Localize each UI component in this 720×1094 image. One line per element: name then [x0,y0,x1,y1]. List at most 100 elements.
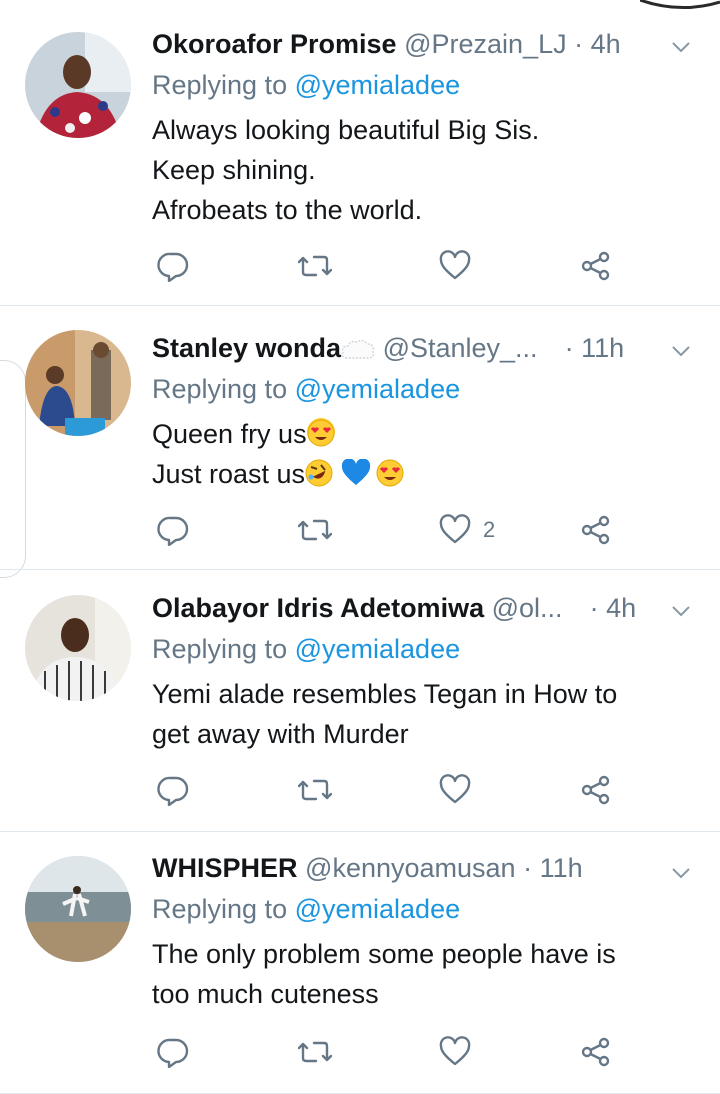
tweet-header: Olabayor Idris Adetomiwa @ol... · 4h [152,592,700,624]
cloud-emoji-icon [341,339,375,359]
reply-icon [157,252,189,282]
text-line: Just roast us [152,454,690,494]
text-segment: Queen fry us [152,419,307,449]
retweet-icon [298,255,332,277]
tweet[interactable]: Olabayor Idris Adetomiwa @ol... · 4h Rep… [0,570,720,832]
reply-icon [157,1038,189,1068]
tweet-text: Queen fry us Just roast us [152,414,690,494]
like-button[interactable] [439,1032,483,1072]
display-name[interactable]: Stanley wonda [152,333,341,363]
mention-link[interactable]: @yemialadee [295,894,461,924]
text-line: Keep shining. [152,155,316,185]
username[interactable]: @Stanley_... [383,333,538,363]
tweet-actions [0,770,720,810]
tweet-actions: 2 [0,510,720,550]
separator: · [523,853,533,883]
display-name[interactable]: Okoroafor Promise [152,29,397,59]
heart-eyes-emoji-icon [376,458,404,487]
like-count: 2 [483,517,496,542]
like-button[interactable]: 2 [439,510,495,550]
replying-to: Replying to @yemialadee [152,69,460,101]
display-name[interactable]: WHISPHER [152,853,298,883]
tweet[interactable]: Okoroafor Promise @Prezain_LJ · 4h Reply… [0,0,720,306]
tweet-header: WHISPHER @kennyoamusan · 11h [152,852,700,884]
replying-label: Replying to [152,70,288,100]
retweet-button[interactable] [298,1032,332,1072]
timestamp[interactable]: 4h [591,29,621,59]
avatar[interactable] [25,330,131,436]
reply-button[interactable] [157,1032,189,1072]
share-button[interactable] [580,1032,612,1072]
replying-label: Replying to [152,894,288,924]
avatar[interactable] [25,595,131,701]
reply-icon [157,776,189,806]
tweet-text: The only problem some people have is too… [152,934,690,1014]
text-line: Always looking beautiful Big Sis. [152,115,540,145]
avatar[interactable] [25,856,131,962]
timestamp[interactable]: 11h [540,853,583,883]
display-name[interactable]: Olabayor Idris Adetomiwa [152,593,484,623]
share-icon [581,1037,610,1067]
mention-link[interactable]: @yemialadee [295,634,461,664]
retweet-button[interactable] [298,770,332,810]
reply-icon [157,516,189,546]
heart-icon [439,1036,471,1066]
reply-button[interactable] [157,246,189,286]
heart-eyes-emoji-icon [306,418,335,447]
text-segment: Just roast us [152,459,306,489]
share-icon [581,515,610,545]
text-line: Queen fry us [152,414,690,454]
blue-heart-emoji-icon [341,458,370,486]
text-line: Yemi alade resembles Tegan in How to [152,679,618,709]
like-button[interactable] [439,246,483,286]
text-line: get away with Murder [152,719,409,749]
retweet-button[interactable] [298,246,332,286]
timestamp[interactable]: 4h [606,593,636,623]
retweet-button[interactable] [298,510,332,550]
share-icon [581,775,610,805]
replying-to: Replying to @yemialadee [152,373,460,405]
retweet-icon [298,519,332,541]
replying-label: Replying to [152,634,288,664]
tweet-actions [0,246,720,286]
replying-to: Replying to @yemialadee [152,893,460,925]
username[interactable]: @Prezain_LJ [404,29,567,59]
mention-link[interactable]: @yemialadee [295,374,461,404]
chevron-down-icon[interactable] [670,600,692,622]
tweet-text: Yemi alade resembles Tegan in How to get… [152,674,690,754]
chevron-down-icon[interactable] [670,340,692,362]
username[interactable]: @kennyoamusan [305,853,516,883]
heart-icon [439,774,471,804]
tweet[interactable]: WHISPHER @kennyoamusan · 11h Replying to… [0,832,720,1094]
replying-label: Replying to [152,374,288,404]
separator: · [574,29,584,59]
tweet-actions [0,1032,720,1072]
share-button[interactable] [580,510,612,550]
text-line: The only problem some people have is [152,939,616,969]
username[interactable]: @ol... [492,593,563,623]
like-button[interactable] [439,770,483,810]
tweet-text: Always looking beautiful Big Sis. Keep s… [152,110,690,230]
chevron-down-icon[interactable] [670,36,692,58]
tweet-header: Okoroafor Promise @Prezain_LJ · 4h [152,28,700,60]
separator: · [589,593,599,623]
replying-to: Replying to @yemialadee [152,633,460,665]
reply-button[interactable] [157,770,189,810]
rolling-laughing-emoji-icon [305,458,333,487]
chevron-down-icon[interactable] [670,862,692,884]
text-line: too much cuteness [152,979,379,1009]
heart-icon [439,250,471,280]
tweet[interactable]: Stanley wonda @Stanley_... · 11h Replyin… [0,306,720,570]
mention-link[interactable]: @yemialadee [295,70,461,100]
retweet-icon [298,779,332,801]
share-button[interactable] [580,246,612,286]
tweet-header: Stanley wonda @Stanley_... · 11h [152,332,700,364]
heart-icon [439,514,471,544]
reply-button[interactable] [157,510,189,550]
retweet-icon [298,1041,332,1063]
text-line: Afrobeats to the world. [152,195,423,225]
share-icon [581,251,610,281]
share-button[interactable] [580,770,612,810]
avatar[interactable] [25,32,131,138]
timestamp[interactable]: 11h [581,333,624,363]
